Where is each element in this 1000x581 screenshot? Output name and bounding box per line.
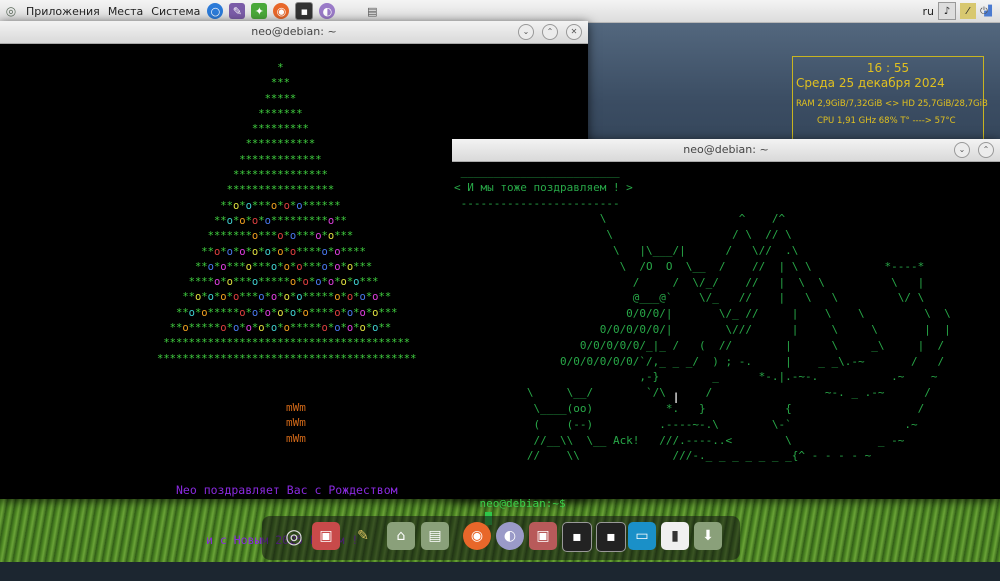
- shell-prompt: neo@debian:~$: [479, 497, 566, 511]
- tree-line: **o*o*o*o***o*o*o*o*****o*o*o*o**: [182, 291, 392, 304]
- software-center-icon[interactable]: ▣: [312, 522, 340, 550]
- firefox-icon[interactable]: ◉: [273, 3, 290, 19]
- cowsay-line: @___@` \/_ // | \ \ \/ \: [454, 291, 925, 305]
- files-folder-icon[interactable]: ▤: [421, 522, 449, 550]
- cowsay-line: ( (--) .----~-.\ \-` .~: [454, 417, 918, 431]
- tree-line: *: [277, 62, 284, 74]
- media-player-icon[interactable]: ◐: [319, 3, 336, 19]
- menu-applications[interactable]: Приложения: [22, 5, 104, 18]
- tree-line: **o*o*****o*o*o*o*o*o****o*o*o*o***: [175, 306, 398, 319]
- gimp-icon[interactable]: ✎: [349, 522, 377, 550]
- debian-logo-icon[interactable]: ◎: [3, 3, 19, 19]
- conky-widget: 16 : 55 Среда 25 декабря 2024 RAM 2,9GiB…: [792, 56, 988, 140]
- top-panel: ◎ Приложения Места Система ○ ✎ ✦ ◉ ▪ ◐ ▤…: [0, 0, 1000, 23]
- mouse-ibeam-cursor: I: [674, 391, 679, 407]
- tree-line: *************: [239, 153, 322, 166]
- tree-line: *****************: [226, 184, 335, 197]
- tree-line: ***************: [232, 169, 328, 182]
- conky-time: 16 : 55: [866, 61, 910, 75]
- firefox-dock-icon[interactable]: ◉: [463, 522, 491, 550]
- menu-places[interactable]: Места: [104, 5, 147, 18]
- trunk-line: mWm: [286, 431, 306, 445]
- cowsay-dragon-art: ________________________ < И мы тоже позд…: [454, 164, 951, 464]
- cowsay-line: \ ^ /^: [454, 212, 786, 226]
- tree-line: ***********: [245, 138, 316, 151]
- window-titlebar[interactable]: neo@debian: ~ ⌄ ⌃: [452, 139, 1000, 162]
- cowsay-line: 0/0/0/0/0/_|_ / ( // | \ _\ | /: [454, 338, 945, 352]
- window-switcher-icon[interactable]: ▮: [661, 522, 689, 550]
- settings-tools-icon[interactable]: ✎: [229, 3, 246, 19]
- tree-line: *****: [264, 92, 297, 105]
- maximize-button[interactable]: ⌃: [542, 24, 558, 40]
- cowsay-line: \ /O O \__ / // | \ \ *----*: [454, 259, 925, 273]
- trunk-line: mWm: [286, 416, 306, 430]
- cowsay-line: < И мы тоже поздравляем ! >: [454, 180, 633, 194]
- screen-dock-icon[interactable]: ▭: [628, 522, 656, 550]
- tree-line: ***: [270, 77, 290, 90]
- cowsay-line: ________________________: [454, 165, 620, 178]
- trunk-line: mWm: [286, 401, 306, 414]
- tree-trunk: mWm mWm mWm: [286, 400, 306, 446]
- greeting-line-1: Neo поздравляет Вас с Рождеством: [176, 483, 398, 497]
- tree-line: **o*o*o*o*o*o*o****o*o****: [201, 245, 366, 258]
- close-button[interactable]: ✕: [566, 24, 582, 40]
- cowsay-line: \ |\___/| / \// .\: [454, 243, 799, 257]
- christmas-tree-art: * *** ***** ******* ********* **********…: [157, 61, 416, 367]
- cowsay-line: // \\ ///-._ _ _ _ _ _ _{^ - - - - ~: [454, 449, 872, 463]
- cowsay-line: //__\\ \__ Ack! ///.----..< \ _ -~: [454, 433, 905, 447]
- tree-line: **o*o*o*o*********o**: [213, 214, 347, 227]
- browser-launcher-icon[interactable]: ○: [207, 3, 224, 19]
- window-title: neo@debian: ~: [251, 25, 337, 38]
- tree-line: ***************************************: [163, 337, 411, 350]
- media-player-dock-icon[interactable]: ◐: [496, 522, 524, 550]
- tree-line: ****o*o***o*****o*o*o*o*o*o***: [188, 276, 379, 289]
- conky-memory: RAM 2,9GiB/7,32GiB <> HD 25,7GiB/28,7GiB: [796, 99, 988, 109]
- tree-line: *******o***o*o***o*o***: [207, 230, 354, 243]
- keyboard-layout[interactable]: ru: [923, 5, 935, 18]
- cowsay-line: \ \__/ `/\ / ~-. _ .-~ /: [454, 386, 931, 400]
- terminal-window-right[interactable]: neo@debian: ~ ⌄ ⌃ ______________________…: [452, 139, 1000, 525]
- cowsay-line: \____(oo) *. } { /: [454, 401, 925, 415]
- tree-line: **o*o***o***o*o*o***o*o*o***: [194, 260, 373, 273]
- tree-line: **o*****o*o*o*o*o*o*****o*o*o*o*o**: [169, 322, 392, 335]
- terminal-dock-icon-2[interactable]: ▪: [596, 522, 626, 552]
- greeting-text: Neo поздравляет Вас с Рождеством и с Нов…: [176, 449, 398, 581]
- debian-menu-icon[interactable]: ◎: [280, 522, 308, 550]
- menu-system[interactable]: Система: [147, 5, 204, 18]
- puzzle-icon[interactable]: ✦: [251, 3, 268, 19]
- cowsay-line: \ / \ // \: [454, 228, 792, 242]
- home-folder-icon[interactable]: ⌂: [387, 522, 415, 550]
- window-title: neo@debian: ~: [683, 143, 769, 156]
- cowsay-line: 0/0/0/| \/_ // | \ \ \ \: [454, 307, 951, 321]
- cowsay-line: 0/0/0/0/0/| \/// | \ \ | |: [454, 322, 951, 336]
- tree-line: *******: [258, 107, 303, 120]
- minimize-button[interactable]: ⌄: [518, 24, 534, 40]
- volume-icon[interactable]: ♪: [938, 2, 956, 20]
- clipboard-icon[interactable]: ⁄: [960, 3, 976, 19]
- maximize-button[interactable]: ⌃: [978, 142, 994, 158]
- conky-date: Среда 25 декабря 2024: [796, 76, 945, 90]
- cowsay-line: / / \/_/ // | \ \ \ |: [454, 275, 925, 289]
- downloads-folder-icon[interactable]: ⬇: [694, 522, 722, 550]
- terminal-dock-icon[interactable]: ▪: [562, 522, 592, 552]
- terminal-icon[interactable]: ▪: [295, 2, 314, 20]
- cowsay-line: ,-} _ *-.|.-~-. .~ ~: [454, 370, 938, 384]
- tree-line: ****************************************…: [157, 352, 417, 365]
- cowsay-line: 0/0/0/0/0/0/`/,_ _ _/ ) ; -. | _ _\.-~ /…: [454, 354, 945, 368]
- software-dock-icon[interactable]: ▣: [529, 522, 557, 550]
- tree-line: *********: [251, 123, 309, 136]
- conky-cpu: CPU 1,91 GHz 68% T° ----> 57°C: [817, 116, 956, 126]
- minimize-button[interactable]: ⌄: [954, 142, 970, 158]
- window-titlebar[interactable]: neo@debian: ~ ⌄ ⌃ ✕: [0, 21, 588, 44]
- shutdown-icon[interactable]: ⏻: [976, 3, 992, 19]
- tree-line: **o*o***o*o*o******: [220, 199, 341, 212]
- cowsay-line: ------------------------: [454, 196, 620, 210]
- notes-icon[interactable]: ▤: [364, 3, 380, 19]
